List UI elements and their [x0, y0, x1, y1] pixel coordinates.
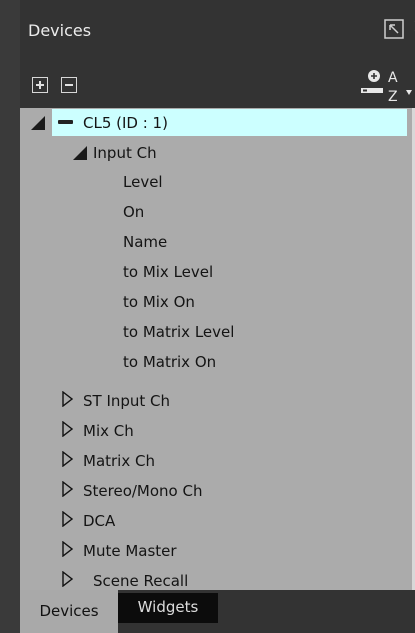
tree-item-to-mix-on[interactable]: to Mix On — [20, 287, 412, 316]
tree-item-label: Name — [123, 233, 168, 251]
tree-item-input-ch[interactable]: Input Ch — [20, 138, 412, 167]
collapsed-arrow-icon[interactable] — [62, 451, 73, 467]
tree-item-label: to Mix On — [123, 293, 195, 311]
device-tree: CL5 (ID : 1) Input Ch Level On Name to M… — [20, 108, 412, 590]
devices-panel: Devices ✕ A Z CL5 (ID : 1) I — [20, 0, 415, 633]
tree-item-label: Scene Recall — [93, 572, 189, 590]
tree-item-label: Matrix Ch — [83, 452, 155, 470]
expanded-arrow-icon[interactable] — [73, 146, 87, 160]
tree-item-dca[interactable]: DCA — [20, 506, 412, 535]
tree-item-label: to Matrix On — [123, 353, 217, 371]
tree-item-mix-ch[interactable]: Mix Ch — [20, 416, 412, 445]
tree-item-cl5[interactable]: CL5 (ID : 1) — [20, 108, 412, 137]
tree-item-label: Stereo/Mono Ch — [83, 482, 203, 500]
svg-text:Z: Z — [388, 89, 398, 104]
svg-text:A: A — [388, 70, 398, 86]
tree-item-label: Mute Master — [83, 542, 177, 560]
tab-devices[interactable]: Devices — [20, 590, 118, 633]
panel-titlebar: Devices ✕ — [20, 0, 415, 63]
panel-tab-bar: Devices Widgets — [20, 590, 415, 633]
tree-item-st-input-ch[interactable]: ST Input Ch — [20, 386, 412, 415]
tab-widgets[interactable]: Widgets — [118, 593, 218, 623]
tree-item-label: On — [123, 203, 145, 221]
tree-item-to-matrix-on[interactable]: to Matrix On — [20, 347, 412, 376]
collapsed-arrow-icon[interactable] — [62, 391, 73, 407]
collapsed-arrow-icon[interactable] — [62, 481, 73, 497]
tree-item-stereo-mono-ch[interactable]: Stereo/Mono Ch — [20, 476, 412, 505]
tree-item-to-matrix-level[interactable]: to Matrix Level — [20, 317, 412, 346]
tree-item-label: DCA — [83, 512, 116, 530]
expand-all-button[interactable] — [32, 77, 48, 93]
expanded-arrow-icon[interactable] — [31, 116, 45, 130]
tree-item-label: Input Ch — [93, 144, 157, 162]
tree-item-on[interactable]: On — [20, 197, 412, 226]
float-window-icon[interactable] — [383, 18, 405, 40]
collapsed-arrow-icon[interactable] — [62, 421, 73, 437]
tree-item-label: Mix Ch — [83, 422, 134, 440]
tree-item-level[interactable]: Level — [20, 167, 412, 196]
collapse-all-button[interactable] — [61, 77, 77, 93]
collapsed-arrow-icon[interactable] — [62, 511, 73, 527]
collapsed-arrow-icon[interactable] — [62, 571, 73, 587]
tree-item-mute-master[interactable]: Mute Master — [20, 536, 412, 565]
collapsed-arrow-icon[interactable] — [62, 541, 73, 557]
panel-title: Devices — [28, 21, 92, 40]
tree-item-label: to Matrix Level — [123, 323, 235, 341]
tree-item-matrix-ch[interactable]: Matrix Ch — [20, 446, 412, 475]
device-icon — [58, 120, 73, 124]
tree-item-label: ST Input Ch — [83, 392, 171, 410]
tree-item-label: Level — [123, 173, 163, 191]
add-device-sort-az-icon[interactable]: A Z — [356, 64, 415, 104]
tree-item-scene-recall[interactable]: Scene Recall — [20, 566, 412, 590]
tree-item-label: to Mix Level — [123, 263, 214, 281]
tree-item-label: CL5 (ID : 1) — [83, 114, 168, 132]
tree-item-to-mix-level[interactable]: to Mix Level — [20, 257, 412, 286]
tree-item-name[interactable]: Name — [20, 227, 412, 256]
